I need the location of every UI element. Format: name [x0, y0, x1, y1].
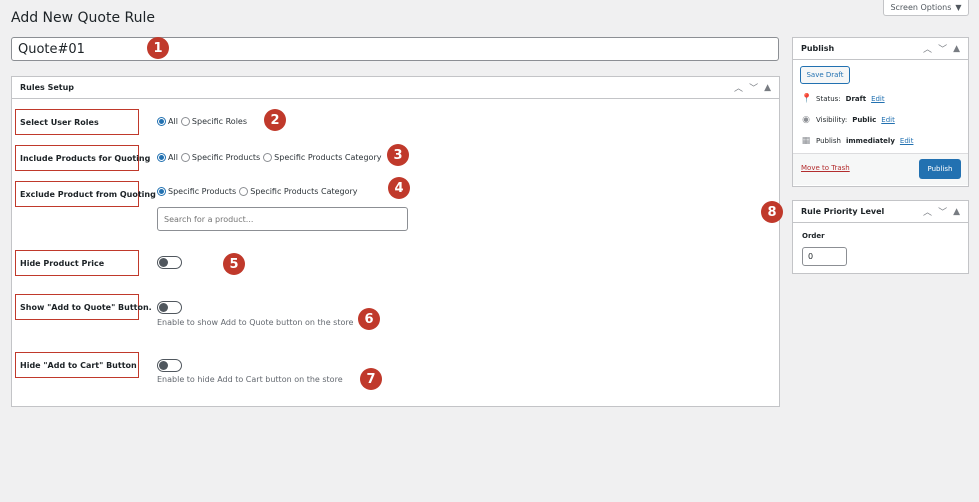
annotation-badge-8: 8 [761, 201, 783, 223]
hide-add-to-cart-label: Hide "Add to Cart" Button [15, 352, 139, 378]
select-user-roles-label: Select User Roles [15, 109, 139, 135]
rules-setup-header: Rules Setup ︿ ﹀ ▲ [12, 77, 779, 99]
annotation-badge-4: 4 [388, 177, 410, 199]
product-search-input[interactable] [157, 207, 408, 231]
toggle-panel-icon[interactable]: ▲ [953, 44, 960, 54]
pin-icon: 📍 [801, 94, 813, 104]
radio-unchecked[interactable] [263, 153, 273, 162]
order-input[interactable] [802, 247, 847, 266]
publish-title: Publish [801, 44, 835, 53]
move-up-icon[interactable]: ︿ [734, 81, 743, 94]
radio-exclude-specific-products[interactable]: Specific Products [157, 187, 236, 196]
move-up-icon[interactable]: ︿ [923, 205, 932, 218]
calendar-icon: ▦ [801, 136, 811, 146]
rule-title-input[interactable] [11, 37, 779, 61]
radio-include-specific-products[interactable]: Specific Products [180, 153, 260, 162]
publish-header: Publish ︿ ﹀ ▲ [793, 38, 968, 60]
show-add-to-quote-toggle[interactable] [157, 301, 182, 314]
radio-checked[interactable] [157, 117, 166, 126]
rule-priority-title: Rule Priority Level [801, 207, 885, 216]
annotation-badge-6: 6 [358, 308, 380, 330]
exclude-product-radio-group: Specific Products Specific Products Cate… [157, 187, 358, 196]
radio-unchecked[interactable] [239, 187, 249, 196]
radio-unchecked[interactable] [180, 153, 190, 162]
move-up-icon[interactable]: ︿ [923, 42, 932, 55]
move-down-icon[interactable]: ﹀ [749, 81, 758, 94]
user-roles-radio-group: All Specific Roles [157, 117, 247, 126]
hide-price-toggle[interactable] [157, 256, 182, 269]
radio-include-specific-category[interactable]: Specific Products Category [263, 153, 381, 162]
radio-unchecked[interactable] [180, 117, 190, 126]
save-draft-button[interactable]: Save Draft [800, 66, 850, 84]
hide-add-to-cart-toggle[interactable] [157, 359, 182, 372]
exclude-product-label: Exclude Product from Quoting [15, 181, 156, 207]
edit-visibility-link[interactable]: Edit [881, 116, 895, 124]
include-products-label: Include Products for Quoting [15, 145, 150, 171]
order-label: Order [802, 232, 825, 240]
hide-add-to-cart-help: Enable to hide Add to Cart button on the… [157, 375, 343, 384]
toggle-panel-icon[interactable]: ▲ [764, 83, 771, 93]
radio-exclude-specific-category[interactable]: Specific Products Category [239, 187, 358, 196]
move-to-trash-link[interactable]: Move to Trash [801, 164, 850, 172]
toggle-panel-icon[interactable]: ▲ [953, 207, 960, 217]
show-add-to-quote-help: Enable to show Add to Quote button on th… [157, 318, 354, 327]
publish-time-row: ▦ Publish immediately Edit [801, 136, 914, 146]
visibility-row: ◉ Visibility: Public Edit [802, 115, 895, 125]
include-products-radio-group: All Specific Products Specific Products … [157, 153, 381, 162]
radio-checked[interactable] [157, 187, 166, 196]
edit-publish-time-link[interactable]: Edit [900, 137, 914, 145]
page-title: Add New Quote Rule [11, 10, 156, 26]
edit-status-link[interactable]: Edit [871, 95, 885, 103]
rule-priority-header: Rule Priority Level ︿ ﹀ ▲ [793, 201, 968, 223]
chevron-down-icon: ▼ [955, 3, 962, 12]
annotation-badge-1: 1 [147, 37, 169, 59]
radio-all-roles[interactable]: All [157, 117, 178, 126]
radio-specific-roles[interactable]: Specific Roles [180, 117, 247, 126]
show-add-to-quote-label: Show "Add to Quote" Button. [15, 294, 152, 320]
annotation-badge-2: 2 [264, 109, 286, 131]
screen-options-button[interactable]: Screen Options ▼ [883, 0, 969, 16]
eye-icon: ◉ [802, 115, 810, 125]
screen-options-label: Screen Options [890, 3, 952, 12]
annotation-badge-3: 3 [387, 144, 409, 166]
move-down-icon[interactable]: ﹀ [938, 205, 947, 218]
annotation-badge-7: 7 [360, 368, 382, 390]
annotation-badge-5: 5 [223, 253, 245, 275]
publish-button[interactable]: Publish [919, 159, 961, 179]
radio-checked[interactable] [157, 153, 166, 162]
move-down-icon[interactable]: ﹀ [938, 42, 947, 55]
rules-setup-title: Rules Setup [20, 83, 75, 92]
status-row: 📍 Status: Draft Edit [801, 94, 885, 104]
hide-product-price-label: Hide Product Price [15, 250, 139, 276]
radio-include-all[interactable]: All [157, 153, 178, 162]
